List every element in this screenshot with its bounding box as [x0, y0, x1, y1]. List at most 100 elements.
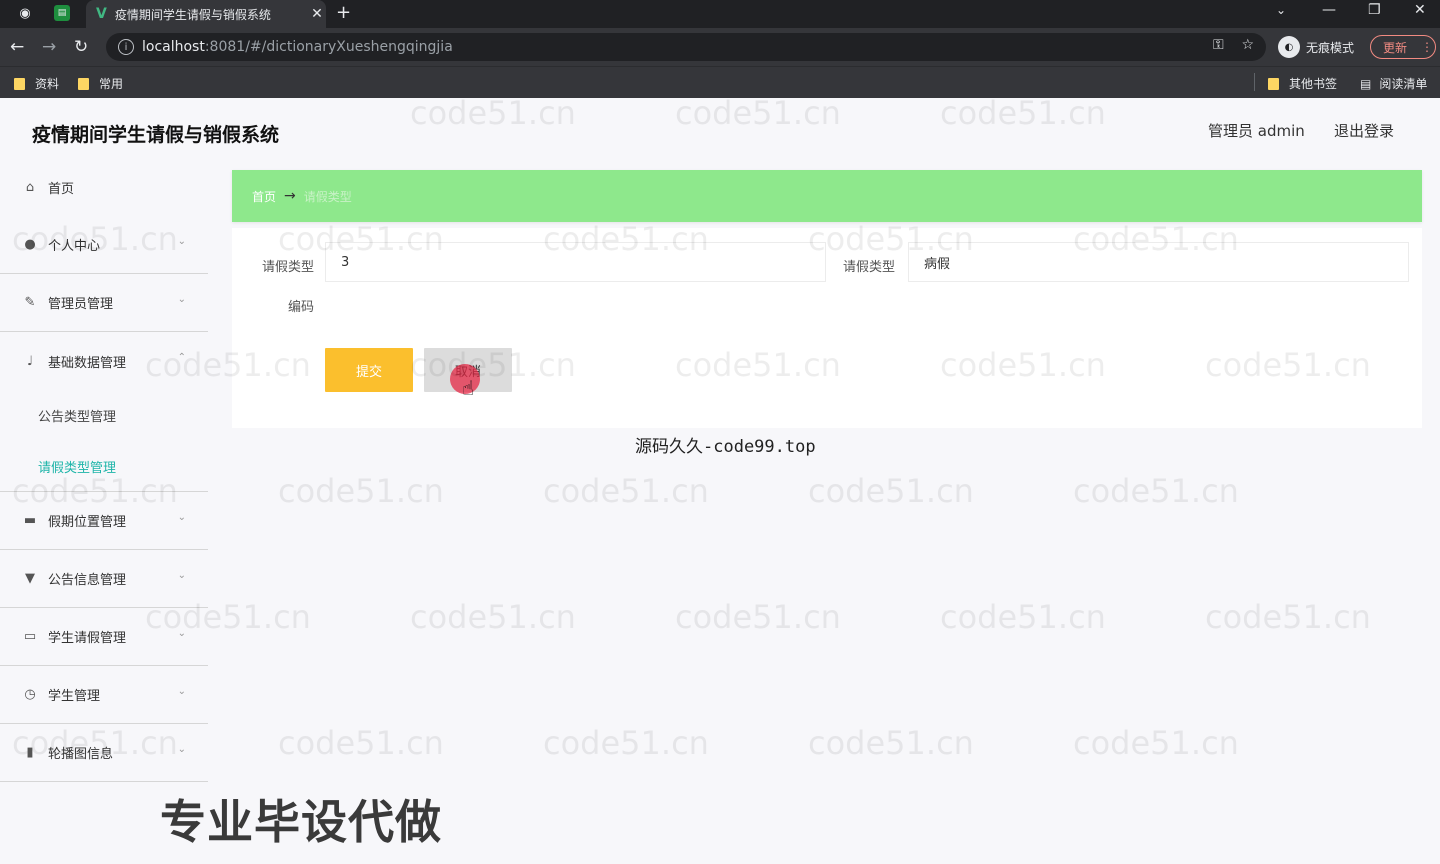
- back-icon[interactable]: ←: [10, 37, 24, 57]
- close-tab-icon[interactable]: ✕: [308, 6, 326, 22]
- sidebar-subitem-leave-type[interactable]: 请假类型管理: [0, 441, 208, 492]
- folder-icon: [14, 77, 25, 90]
- bookmark-label: 阅读清单: [1379, 77, 1428, 91]
- sidebar-item-carousel[interactable]: ▮ 轮播图信息 ⌄: [0, 724, 208, 782]
- chevron-down-icon: ⌄: [177, 512, 186, 523]
- watermark: code51.cn: [410, 94, 576, 132]
- incognito-label: 无痕模式: [1306, 40, 1355, 55]
- sidebar-item-student-leave[interactable]: ▭ 学生请假管理 ⌄: [0, 608, 208, 666]
- app-page: 疫情期间学生请假与销假系统 管理员 admin 退出登录 ⌂ 首页 ● 个人中心…: [0, 94, 1440, 864]
- tab-search-icon[interactable]: ⌄: [1276, 3, 1286, 17]
- sidebar-item-admin-management[interactable]: ✎ 管理员管理 ⌄: [0, 274, 208, 332]
- mic-icon: ♩: [26, 353, 34, 369]
- watermark: code51.cn: [543, 472, 709, 510]
- chevron-down-icon: ⌄: [177, 686, 186, 697]
- watermark: code51.cn: [1205, 598, 1371, 636]
- sidebar-item-label: 个人中心: [48, 239, 101, 254]
- watermark: code51.cn: [940, 598, 1106, 636]
- caption-overlay: 源码久久-code99.top: [635, 437, 816, 457]
- url-host: localhost: [142, 39, 205, 55]
- watermark: code51.cn: [808, 472, 974, 510]
- watermark: code51.cn: [1073, 472, 1239, 510]
- logout-link[interactable]: 退出登录: [1334, 120, 1394, 141]
- reading-list-icon: ▤: [1360, 76, 1372, 91]
- more-menu-icon[interactable]: ⋮: [1421, 40, 1433, 54]
- sidebar: ⌂ 首页 ● 个人中心 ⌄ ✎ 管理员管理 ⌄ ♩ 基础数据管理 ⌃ 公告类型管…: [0, 158, 208, 782]
- watermark: code51.cn: [675, 94, 841, 132]
- watermark: code51.cn: [410, 598, 576, 636]
- star-icon[interactable]: ☆: [1241, 37, 1254, 53]
- sidebar-item-label: 学生请假管理: [48, 631, 127, 646]
- folder-icon: [78, 77, 89, 90]
- chevron-down-icon: ⌄: [177, 236, 186, 247]
- close-window-icon[interactable]: ✕: [1414, 2, 1426, 18]
- bookmark-label: 资料: [35, 77, 60, 91]
- leave-type-code-input[interactable]: 3: [325, 242, 826, 282]
- tab-title: 疫情期间学生请假与销假系统: [114, 7, 271, 22]
- url-path: :8081/#/dictionaryXueshengqingjia: [204, 39, 453, 55]
- clock-icon: ◷: [24, 687, 36, 702]
- watermark: code51.cn: [543, 724, 709, 762]
- chevron-down-icon: ⌄: [177, 744, 186, 755]
- watermark: code51.cn: [1073, 724, 1239, 762]
- update-label: 更新: [1383, 40, 1408, 55]
- breadcrumb-current: 请假类型: [303, 189, 352, 204]
- forward-icon[interactable]: →: [42, 37, 56, 57]
- watermark: code51.cn: [675, 598, 841, 636]
- active-tab[interactable]: V 疫情期间学生请假与销假系统 ✕: [86, 0, 326, 28]
- browser-icon[interactable]: ◉: [16, 4, 34, 22]
- url-input[interactable]: i localhost:8081/#/dictionaryXueshengqin…: [106, 33, 1266, 61]
- sidebar-item-personal-center[interactable]: ● 个人中心 ⌄: [0, 216, 208, 274]
- sidebar-item-home[interactable]: ⌂ 首页: [0, 158, 208, 216]
- new-tab-icon[interactable]: +: [336, 2, 351, 23]
- breadcrumb-home[interactable]: 首页: [252, 188, 276, 205]
- field-label: 编码: [287, 300, 314, 315]
- site-info-icon[interactable]: i: [118, 39, 134, 55]
- sidebar-item-student-management[interactable]: ◷ 学生管理 ⌄: [0, 666, 208, 724]
- bookmark-folder-0[interactable]: 资料: [14, 75, 59, 92]
- leave-type-name-input[interactable]: 病假: [908, 242, 1409, 282]
- incognito-icon: ◐: [1278, 36, 1300, 58]
- bookmark-separator: [1254, 73, 1255, 91]
- submit-button[interactable]: 提交: [325, 348, 413, 392]
- promo-overlay: 专业毕设代做: [160, 795, 442, 849]
- bookmark-label: 其他书签: [1289, 77, 1338, 91]
- edit-icon: ✎: [24, 295, 36, 310]
- sidebar-item-holiday-location[interactable]: ▬ 假期位置管理 ⌄: [0, 492, 208, 550]
- update-button[interactable]: 更新 ⋮: [1370, 35, 1436, 59]
- message-icon: ▭: [23, 629, 37, 644]
- edit-form: 请假类型 3 请假类型 病假 编码 提交 取消 ☝: [232, 228, 1422, 428]
- sidebar-item-label: 基础数据管理: [48, 355, 127, 371]
- restore-icon[interactable]: ❐: [1368, 2, 1381, 18]
- field-label: 请假类型: [842, 260, 895, 275]
- arrow-right-icon: →: [284, 188, 296, 204]
- other-bookmarks[interactable]: 其他书签: [1268, 75, 1337, 92]
- sidebar-item-label: 管理员管理: [48, 297, 114, 312]
- hand-cursor-icon: ☝: [462, 376, 475, 400]
- sidebar-item-basic-data[interactable]: ♩ 基础数据管理 ⌃: [0, 332, 208, 390]
- watermark: code51.cn: [278, 724, 444, 762]
- reading-list[interactable]: ▤ 阅读清单: [1360, 75, 1427, 92]
- chevron-down-icon: ⌄: [177, 570, 186, 581]
- address-bar-row: ← → ↻ i localhost:8081/#/dictionaryXuesh…: [0, 28, 1440, 66]
- sidebar-subitem-notice-type[interactable]: 公告类型管理: [0, 390, 208, 441]
- bookmark-folder-1[interactable]: 常用: [78, 75, 123, 92]
- home-icon: ⌂: [25, 179, 35, 195]
- sheets-tab-icon[interactable]: ▤: [54, 5, 70, 21]
- chevron-down-icon: ⌄: [177, 294, 186, 305]
- incognito-indicator[interactable]: ◐ 无痕模式: [1278, 36, 1354, 58]
- sidebar-item-label: 学生管理: [48, 689, 101, 704]
- chart-icon: ▮: [26, 745, 34, 760]
- bookmark-label: 常用: [99, 77, 124, 91]
- key-icon[interactable]: ⚿: [1213, 37, 1224, 53]
- sidebar-item-notice-info[interactable]: ▼ 公告信息管理 ⌄: [0, 550, 208, 608]
- reload-icon[interactable]: ↻: [74, 37, 88, 57]
- watermark: code51.cn: [808, 724, 974, 762]
- current-user: 管理员 admin: [1208, 122, 1305, 140]
- field-label: 请假类型: [261, 260, 314, 275]
- sidebar-item-label: 假期位置管理: [48, 515, 127, 530]
- sidebar-item-label: 公告信息管理: [48, 573, 127, 588]
- bookmarks-bar: 资料 常用 其他书签 ▤ 阅读清单: [0, 66, 1440, 98]
- minimize-icon[interactable]: —: [1322, 2, 1336, 18]
- chevron-down-icon: ⌄: [177, 628, 186, 639]
